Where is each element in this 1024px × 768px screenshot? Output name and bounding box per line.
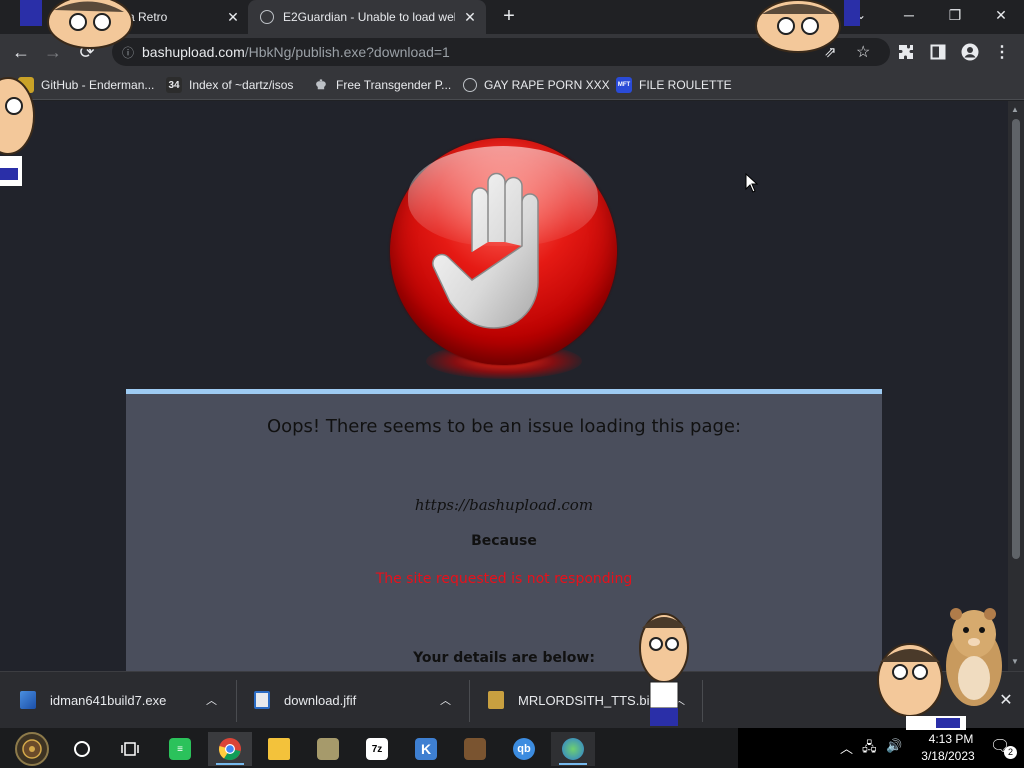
tab-strip: a Retro ✕ E2Guardian - Unable to load we…	[0, 0, 1024, 34]
restore-button[interactable]: ❐	[932, 0, 978, 30]
cortana-button[interactable]	[60, 732, 104, 766]
profile-icon[interactable]	[960, 42, 980, 62]
globe-icon	[463, 78, 477, 92]
bookmark-index-isos[interactable]: 34 Index of ~dartz/isos	[166, 76, 293, 94]
scroll-thumb[interactable]	[1012, 119, 1020, 559]
hank-cartoon-body-icon	[0, 77, 35, 186]
taskbar-app-globe[interactable]	[551, 732, 595, 766]
network-icon[interactable]: 🖧	[862, 738, 877, 760]
task-view-button[interactable]	[108, 732, 152, 766]
clock-date[interactable]: 3/18/2023	[908, 749, 988, 763]
bookmark-label: Free Transgender P...	[336, 78, 452, 92]
clock-time[interactable]: 4:13 PM	[916, 732, 986, 746]
download-separator	[469, 680, 470, 722]
download-separator	[236, 680, 237, 722]
bookmark-globe[interactable]: GAY RAPE PORN XXX	[463, 76, 610, 94]
notification-count-badge: 2	[1004, 746, 1017, 759]
side-panel-icon[interactable]	[928, 42, 948, 62]
photo-app-icon	[317, 738, 339, 760]
url-path: /HbkNg/publish.exe?download=1	[244, 44, 450, 60]
folder-icon	[268, 738, 290, 760]
download-filename: download.jfif	[284, 692, 357, 708]
blocked-url: https://bashupload.com	[414, 496, 594, 514]
scroll-up-icon[interactable]: ▲	[1011, 105, 1019, 114]
taskbar-app-photo[interactable]	[306, 732, 350, 766]
chevron-up-icon[interactable]: ︿	[206, 692, 217, 708]
taskbar-app-k[interactable]: K	[404, 732, 448, 766]
taskbar-chrome[interactable]	[208, 732, 252, 766]
34-icon: 34	[166, 77, 182, 93]
because-label: Because	[471, 533, 537, 549]
minimize-button[interactable]: ─	[886, 0, 932, 30]
bookmark-label: Index of ~dartz/isos	[189, 78, 294, 92]
notification-center-icon[interactable]: 🗨 2	[990, 736, 1017, 760]
book-app-icon	[464, 738, 486, 760]
close-tab-icon[interactable]: ✕	[461, 8, 479, 26]
url-text: bashupload.com/HbkNg/publish.exe?downloa…	[142, 44, 450, 60]
download-separator	[702, 680, 703, 722]
close-tab-icon[interactable]: ✕	[224, 8, 242, 26]
hank-cartoon-head-icon	[755, 0, 860, 53]
taskbar-qbittorrent[interactable]: qb	[502, 732, 546, 766]
details-heading: Your details are below:	[413, 650, 595, 666]
error-panel: Oops! There seems to be an issue loading…	[126, 389, 882, 671]
bin-file-icon	[488, 691, 504, 709]
bookmarks-bar: GitHub - Enderman... 34 Index of ~dartz/…	[0, 70, 1024, 100]
download-filename: idman641build7.exe	[50, 692, 167, 708]
qbittorrent-icon: qb	[513, 738, 535, 760]
tab-title: E2Guardian - Unable to load web	[283, 10, 455, 24]
bookmark-label: GitHub - Enderman...	[41, 78, 155, 92]
taskbar-file-explorer[interactable]	[257, 732, 301, 766]
close-window-button[interactable]: ✕	[978, 0, 1024, 30]
chat-app-icon: ≡	[169, 738, 191, 760]
hank-cartoon-head-icon	[20, 0, 133, 49]
bookmark-free-tp[interactable]: ♚ Free Transgender P...	[313, 76, 451, 94]
start-orb-icon	[15, 732, 49, 766]
image-file-icon	[254, 691, 270, 709]
download-item-idman[interactable]: idman641build7.exe ︿	[20, 672, 230, 728]
tab-e2guardian[interactable]: E2Guardian - Unable to load web ✕	[248, 0, 486, 34]
page-content: Oops! There seems to be an issue loading…	[0, 101, 1008, 671]
show-hidden-icons-chevron-icon[interactable]: ︿	[840, 738, 853, 757]
hamster-cartoon-icon	[946, 608, 1002, 706]
hank-cartoon-standing-icon	[639, 613, 689, 726]
taskbar-app-brown[interactable]	[453, 732, 497, 766]
start-button[interactable]	[10, 732, 54, 766]
volume-icon[interactable]: 🔊	[886, 738, 902, 754]
mask-icon: ♚	[315, 77, 327, 92]
bookmark-label: GAY RAPE PORN XXX	[484, 78, 610, 92]
new-tab-button[interactable]: +	[498, 6, 520, 28]
error-reason: The site requested is not responding	[375, 571, 633, 587]
mft-icon: MFT	[616, 77, 632, 93]
bookmark-label: FILE ROULETTE	[639, 78, 732, 92]
k-app-icon: K	[415, 738, 437, 760]
chevron-up-icon[interactable]: ︿	[440, 692, 451, 708]
7zip-icon: 7z	[366, 738, 388, 760]
download-item-jfif[interactable]: download.jfif ︿	[254, 672, 464, 728]
system-tray: ︿ 🖧 🔊 4:13 PM 3/18/2023 🗨 2	[738, 728, 1024, 768]
taskbar-7zip[interactable]: 7z	[355, 732, 399, 766]
error-heading: Oops! There seems to be an issue loading…	[266, 416, 742, 437]
windows-taskbar: ≡ 7z K qb ︿ 🖧 🔊 4:13 PM 3/18/2023 🗨 2	[0, 728, 1024, 768]
url-host: bashupload.com	[142, 44, 245, 60]
cortana-circle-icon	[74, 741, 90, 757]
scroll-down-icon[interactable]: ▼	[1011, 657, 1019, 666]
exe-icon	[20, 691, 36, 709]
page-scrollbar[interactable]: ▲ ▼	[1008, 101, 1024, 671]
hand-icon	[432, 172, 539, 329]
globe-app-icon	[562, 738, 584, 760]
bookmark-file-roulette[interactable]: MFT FILE ROULETTE	[616, 76, 732, 94]
mouse-cursor-icon	[745, 173, 759, 193]
extensions-icon[interactable]	[896, 42, 916, 62]
chrome-icon	[218, 738, 241, 761]
stop-hand-icon	[390, 138, 617, 365]
browser-toolbar: ← → ⟳ ⓘ bashupload.com/HbkNg/publish.exe…	[0, 34, 1024, 70]
menu-kebab-icon[interactable]: ⋮	[992, 42, 1012, 62]
downloads-bar: idman641build7.exe ︿ download.jfif ︿ MRL…	[0, 671, 1024, 728]
task-view-icon	[121, 742, 139, 756]
globe-icon	[260, 10, 274, 24]
taskbar-app-green[interactable]: ≡	[158, 732, 202, 766]
